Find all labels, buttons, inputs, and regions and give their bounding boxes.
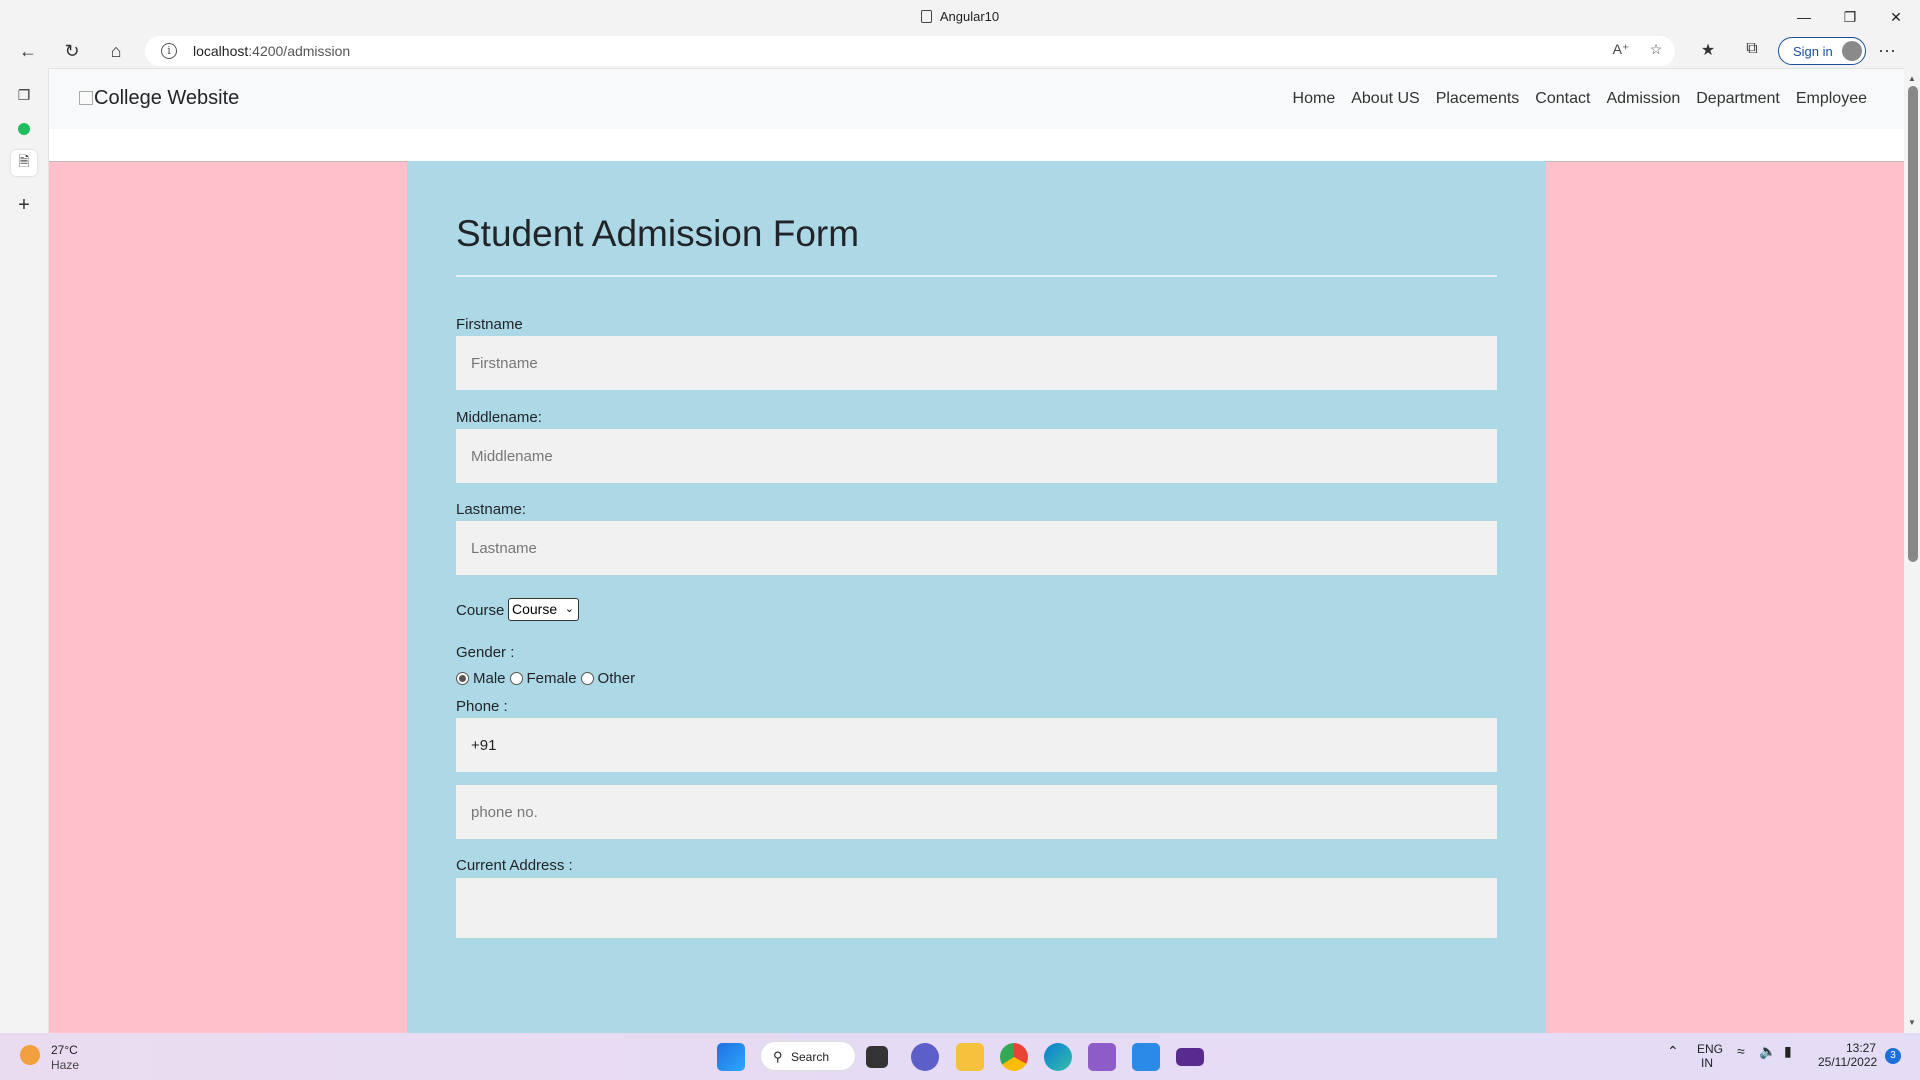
sign-in-label: Sign in	[1793, 44, 1833, 59]
scrollbar-thumb[interactable]	[1908, 86, 1918, 562]
home-icon[interactable]: ⌂	[101, 38, 131, 64]
taskbar: 27°C Haze ⚲ Search ⌃ ENG IN ≈ 🔈 ▮ 13:27 25/…	[0, 1033, 1920, 1080]
date-text: 25/11/2022	[1818, 1055, 1878, 1069]
page-viewport: College Website Home About US Placements…	[48, 68, 1904, 1033]
tab-actions-icon[interactable]: ❐	[11, 82, 37, 108]
temperature: 27°C	[51, 1043, 78, 1057]
clock[interactable]: 13:27 25/11/2022	[1818, 1041, 1878, 1069]
browser-sidebar: ❐ 🗎 +	[0, 68, 48, 1033]
collections-icon[interactable]: ⧉	[1739, 40, 1765, 62]
url-text[interactable]: localhost:4200/admission	[193, 43, 350, 59]
nav-contact[interactable]: Contact	[1535, 90, 1590, 108]
window-title-text: Angular10	[939, 9, 1000, 24]
phone-code-field[interactable]	[456, 718, 1497, 772]
language-indicator[interactable]: ENG IN	[1697, 1042, 1723, 1070]
address-label: Current Address :	[456, 857, 573, 874]
volume-icon[interactable]: 🔈	[1759, 1043, 1776, 1060]
gender-radio-group: Male Female Other	[456, 670, 639, 687]
vscode-icon[interactable]	[1132, 1043, 1160, 1071]
favorites-icon[interactable]: ★	[1695, 40, 1721, 62]
start-icon[interactable]	[717, 1043, 745, 1071]
course-label: Course :	[456, 602, 513, 619]
new-tab-icon[interactable]: +	[11, 192, 37, 218]
file-explorer-icon[interactable]	[956, 1043, 984, 1071]
close-button[interactable]: ✕	[1874, 0, 1918, 34]
back-icon[interactable]: ←	[13, 38, 43, 64]
page-scrollbar[interactable]: ▲ ▼	[1904, 68, 1920, 1033]
nav-about[interactable]: About US	[1351, 90, 1419, 108]
phone-label: Phone :	[456, 698, 508, 715]
divider	[456, 275, 1497, 277]
page-title: Student Admission Form	[456, 213, 860, 254]
weather-icon	[20, 1045, 40, 1065]
firstname-label: Firstname	[456, 316, 523, 333]
address-field[interactable]	[456, 878, 1497, 938]
weather-condition: Haze	[51, 1058, 80, 1072]
url-host: localhost	[193, 43, 249, 59]
brand-logo[interactable]: College Website	[79, 87, 239, 110]
gender-radio-male[interactable]	[456, 672, 469, 685]
lastname-label: Lastname:	[456, 501, 527, 518]
lastname-field[interactable]	[456, 521, 1497, 575]
region-text: IN	[1701, 1056, 1713, 1070]
chevron-down-icon: ⌄	[564, 603, 574, 615]
lang-text: ENG	[1697, 1042, 1724, 1056]
course-selected-value: Course	[512, 601, 558, 617]
wifi-icon[interactable]: ≈	[1737, 1043, 1745, 1059]
edge-icon[interactable]	[1044, 1043, 1072, 1071]
chevron-up-icon[interactable]: ⌃	[1667, 1043, 1679, 1060]
refresh-icon[interactable]: ↻	[57, 38, 87, 64]
firstname-field[interactable]	[456, 336, 1497, 390]
extension-icon[interactable]	[11, 116, 37, 142]
nav-admission[interactable]: Admission	[1606, 90, 1680, 108]
nav-placements[interactable]: Placements	[1436, 90, 1520, 108]
nav-menu: Home About US Placements Contact Admissi…	[1293, 90, 1867, 108]
task-view-icon[interactable]	[866, 1046, 888, 1068]
page-icon	[920, 10, 932, 23]
search-icon: ⚲	[773, 1049, 783, 1064]
url-path: :4200/admission	[248, 43, 351, 59]
more-icon[interactable]: ···	[1878, 40, 1896, 61]
phone-number-field[interactable]	[456, 785, 1497, 839]
terminal-icon[interactable]	[1176, 1048, 1204, 1066]
nav-employee[interactable]: Employee	[1796, 90, 1867, 108]
address-bar[interactable]: i localhost:4200/admission A⁺ ☆	[145, 36, 1675, 66]
admission-form: Student Admission Form Firstname Middlen…	[407, 161, 1546, 1033]
tab-icon[interactable]: 🗎	[11, 150, 37, 176]
window-title: Angular10	[0, 9, 1920, 24]
sign-in-button[interactable]: Sign in	[1778, 37, 1866, 65]
browser-toolbar: ← ↻ ⌂ i localhost:4200/admission A⁺ ☆	[0, 34, 1920, 68]
add-favorite-icon[interactable]: ☆	[1645, 41, 1667, 61]
info-icon[interactable]: i	[161, 43, 177, 59]
scroll-up-icon[interactable]: ▲	[1908, 74, 1916, 83]
minimize-button[interactable]: —	[1782, 0, 1826, 34]
nav-home[interactable]: Home	[1293, 90, 1336, 108]
brand-text: College Website	[94, 87, 240, 109]
gender-radio-female[interactable]	[509, 672, 523, 685]
chat-icon[interactable]	[911, 1043, 939, 1071]
nav-department[interactable]: Department	[1696, 90, 1780, 108]
course-select[interactable]: Course ⌄	[508, 598, 579, 621]
battery-icon[interactable]: ▮	[1784, 1043, 1792, 1060]
avatar-icon	[1842, 41, 1862, 61]
gender-label: Gender :	[456, 644, 515, 661]
gender-radio-other[interactable]	[580, 672, 594, 685]
read-aloud-icon[interactable]: A⁺	[1610, 41, 1632, 61]
middlename-label: Middlename:	[456, 409, 542, 426]
scroll-down-icon[interactable]: ▼	[1908, 1018, 1916, 1027]
broken-image-icon	[79, 91, 93, 105]
gender-female-label[interactable]: Female	[527, 670, 577, 687]
site-navbar: College Website Home About US Placements…	[49, 69, 1904, 129]
chrome-icon[interactable]	[1000, 1043, 1028, 1071]
visual-studio-icon[interactable]	[1088, 1043, 1116, 1071]
notification-badge[interactable]: 3	[1885, 1048, 1901, 1064]
middlename-field[interactable]	[456, 429, 1497, 483]
restore-button[interactable]: ❐	[1828, 0, 1872, 34]
gender-male-label[interactable]: Male	[473, 670, 506, 687]
search-label: Search	[791, 1050, 830, 1064]
window-titlebar: Angular10 — ❐ ✕	[0, 0, 1920, 34]
taskbar-search[interactable]: ⚲ Search	[760, 1041, 856, 1071]
gender-other-label[interactable]: Other	[598, 670, 636, 687]
time-text: 13:27	[1845, 1041, 1876, 1055]
